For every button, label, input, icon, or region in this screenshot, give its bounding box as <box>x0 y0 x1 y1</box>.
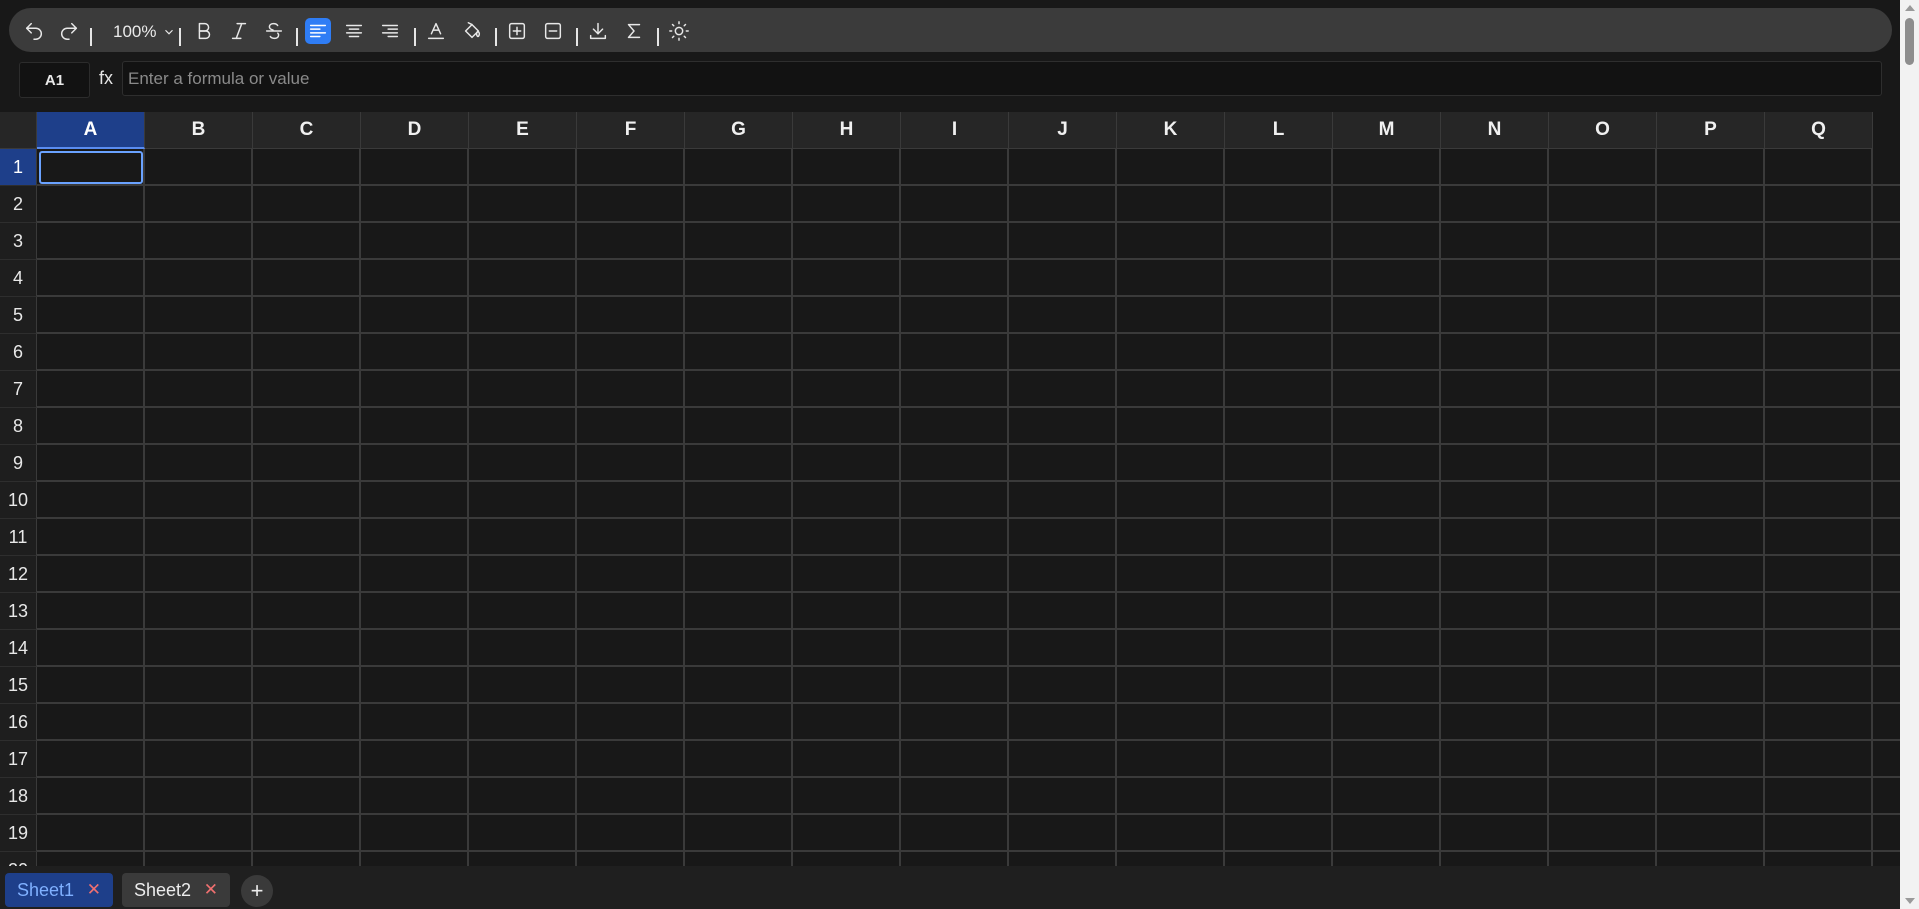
row-header-13[interactable]: 13 <box>0 593 37 630</box>
chevron-down-icon <box>165 29 174 35</box>
column-header-k[interactable]: K <box>1117 112 1225 149</box>
toolbar-separator <box>179 28 181 46</box>
row-header-7[interactable]: 7 <box>0 371 37 408</box>
align-right-button[interactable] <box>377 18 403 44</box>
align-center-icon <box>345 24 363 38</box>
align-left-button[interactable] <box>305 18 331 44</box>
scroll-up-arrow-icon[interactable] <box>1905 5 1915 11</box>
toolbar-separator <box>414 28 416 46</box>
vertical-scrollbar[interactable] <box>1900 0 1919 909</box>
column-header-m[interactable]: M <box>1333 112 1441 149</box>
toolbar-separator <box>296 28 298 46</box>
row-header-19[interactable]: 19 <box>0 815 37 852</box>
close-icon[interactable]: ✕ <box>87 880 101 900</box>
column-header-c[interactable]: C <box>253 112 361 149</box>
column-header-q[interactable]: Q <box>1765 112 1873 149</box>
row-header-18[interactable]: 18 <box>0 778 37 815</box>
undo-icon <box>25 22 42 40</box>
column-header-b[interactable]: B <box>145 112 253 149</box>
sum-button[interactable] <box>621 18 647 44</box>
add-sheet-button[interactable]: + <box>241 875 273 907</box>
row-header-17[interactable]: 17 <box>0 741 37 778</box>
delete-row-button[interactable] <box>540 18 566 44</box>
cell-area[interactable] <box>37 149 1900 866</box>
fx-label: fx <box>99 68 114 88</box>
cell-reference-box[interactable]: A1 <box>19 62 90 98</box>
bold-icon <box>198 22 211 40</box>
minus-square-icon <box>544 22 562 40</box>
column-header-l[interactable]: L <box>1225 112 1333 149</box>
spreadsheet-grid: ABCDEFGHIJKLMNOPQ 1 2 3 4 5 6 7 8 9 10 11 12 13 14 15 1… <box>0 112 1900 866</box>
row-header-3[interactable]: 3 <box>0 223 37 260</box>
row-header-11[interactable]: 11 <box>0 519 37 556</box>
close-icon[interactable]: ✕ <box>204 880 218 900</box>
fill-color-button[interactable] <box>459 18 485 44</box>
align-right-icon <box>381 24 399 38</box>
align-left-icon <box>309 24 327 38</box>
column-header-h[interactable]: H <box>793 112 901 149</box>
plus-square-icon <box>508 22 526 40</box>
scroll-down-arrow-icon[interactable] <box>1905 898 1915 904</box>
active-cell[interactable] <box>39 151 143 184</box>
insert-row-button[interactable] <box>504 18 530 44</box>
row-header-9[interactable]: 9 <box>0 445 37 482</box>
row-header-10[interactable]: 10 <box>0 482 37 519</box>
row-header-12[interactable]: 12 <box>0 556 37 593</box>
column-header-d[interactable]: D <box>361 112 469 149</box>
toolbar-separator <box>576 28 578 46</box>
column-header-e[interactable]: E <box>469 112 577 149</box>
column-header-g[interactable]: G <box>685 112 793 149</box>
undo-button[interactable] <box>21 18 47 44</box>
row-header-1[interactable]: 1 <box>0 149 37 186</box>
row-header-15[interactable]: 15 <box>0 667 37 704</box>
column-header-f[interactable]: F <box>577 112 685 149</box>
column-header-i[interactable]: I <box>901 112 1009 149</box>
italic-icon <box>231 22 247 40</box>
redo-icon <box>61 22 78 40</box>
row-header-8[interactable]: 8 <box>0 408 37 445</box>
sheet-tab-sheet1[interactable]: Sheet1 ✕ <box>5 873 113 907</box>
column-header-o[interactable]: O <box>1549 112 1657 149</box>
row-header-5[interactable]: 5 <box>0 297 37 334</box>
italic-button[interactable] <box>226 18 252 44</box>
download-button[interactable] <box>585 18 611 44</box>
zoom-select[interactable]: 100% <box>113 20 176 44</box>
text-color-icon <box>427 22 445 40</box>
sun-icon <box>669 21 689 41</box>
sheet-tab-sheet2[interactable]: Sheet2 ✕ <box>122 873 230 907</box>
zoom-value: 100% <box>113 22 157 41</box>
bold-button[interactable] <box>191 18 217 44</box>
strikethrough-icon <box>265 22 283 40</box>
sheet-tab-label: Sheet1 <box>17 879 75 900</box>
text-color-button[interactable] <box>423 18 449 44</box>
sheet-tab-label: Sheet2 <box>134 879 192 900</box>
column-header-n[interactable]: N <box>1441 112 1549 149</box>
select-all-corner[interactable] <box>0 112 37 149</box>
row-header-2[interactable]: 2 <box>0 186 37 223</box>
toolbar-separator <box>90 28 92 46</box>
row-header-16[interactable]: 16 <box>0 704 37 741</box>
align-center-button[interactable] <box>341 18 367 44</box>
formula-input[interactable] <box>122 61 1882 96</box>
sigma-icon <box>627 23 641 39</box>
toolbar-separator <box>657 28 659 46</box>
download-icon <box>589 22 607 40</box>
row-header-14[interactable]: 14 <box>0 630 37 667</box>
row-header-6[interactable]: 6 <box>0 334 37 371</box>
scrollbar-thumb[interactable] <box>1905 18 1914 65</box>
column-header-p[interactable]: P <box>1657 112 1765 149</box>
column-header-a[interactable]: A <box>37 112 145 149</box>
redo-button[interactable] <box>56 18 82 44</box>
theme-toggle-button[interactable] <box>666 18 692 44</box>
column-header-j[interactable]: J <box>1009 112 1117 149</box>
sheet-tab-bar: Sheet1 ✕ Sheet2 ✕ + <box>0 866 1900 909</box>
strikethrough-button[interactable] <box>261 18 287 44</box>
toolbar-separator <box>495 28 497 46</box>
row-header-4[interactable]: 4 <box>0 260 37 297</box>
fill-color-icon <box>464 22 481 39</box>
toolbar: 100% <box>9 8 1892 52</box>
row-header-20[interactable]: 20 <box>0 852 37 866</box>
